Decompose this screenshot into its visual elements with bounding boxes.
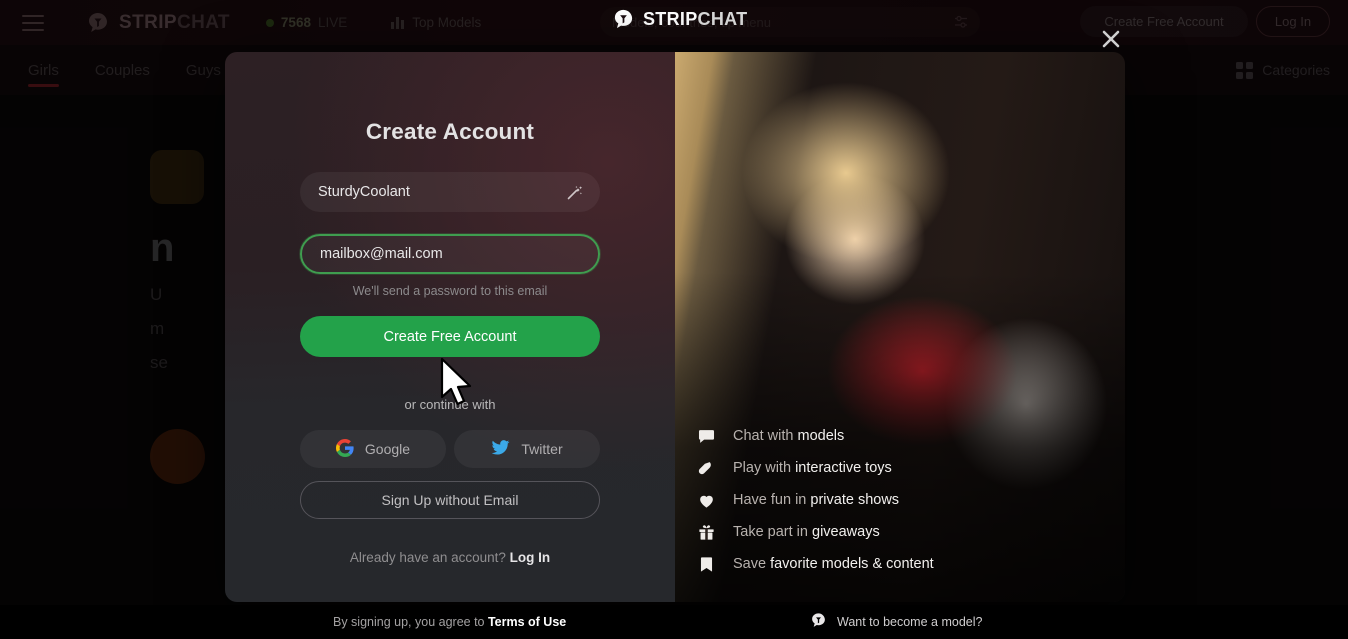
gift-icon — [695, 523, 717, 542]
feature-item-giveaways: Take part in giveaways — [695, 516, 1115, 548]
signup-without-email-label: Sign Up without Email — [381, 492, 519, 508]
signup-form-panel: Create Account SturdyCoolant mailbox@mai… — [225, 52, 675, 602]
feature-item-private: Have fun in private shows — [695, 484, 1115, 516]
email-helper-text: We'll send a password to this email — [352, 284, 548, 298]
feature-plain: Save — [733, 556, 771, 572]
signup-modal: Create Account SturdyCoolant mailbox@mai… — [225, 52, 1125, 602]
modal-login-link[interactable]: Log In — [510, 550, 551, 565]
email-field[interactable]: mailbox@mail.com — [300, 234, 600, 274]
twitter-login-label: Twitter — [521, 441, 563, 457]
feature-item-chat: Chat with models — [695, 420, 1115, 452]
signup-without-email-button[interactable]: Sign Up without Email — [300, 481, 600, 519]
feature-label: Have fun in private shows — [733, 492, 899, 508]
already-have-account: Already have an account? Log In — [275, 550, 625, 565]
terms-link[interactable]: Terms of Use — [488, 615, 566, 629]
close-icon[interactable] — [1098, 26, 1124, 52]
feature-plain: Chat with — [733, 428, 798, 444]
toy-icon — [695, 459, 717, 478]
twitter-icon — [491, 438, 510, 460]
watermark-chat: CHAT — [697, 9, 748, 29]
feature-label: Play with interactive toys — [733, 460, 892, 476]
already-have-account-text: Already have an account? — [349, 550, 510, 565]
feature-bold: favorite models & content — [770, 556, 934, 572]
feature-item-toys: Play with interactive toys — [695, 452, 1115, 484]
feature-label: Take part in giveaways — [733, 524, 880, 540]
watermark-text: STRIPCHAT — [643, 9, 747, 30]
feature-item-favorites: Save favorite models & content — [695, 548, 1115, 580]
promo-photo-panel: Chat with models Play with interactive t… — [675, 52, 1125, 602]
feature-bold: private shows — [810, 492, 900, 508]
become-model-link[interactable]: Want to become a model? — [810, 612, 982, 632]
stripchat-small-logo-icon — [810, 612, 827, 632]
bookmark-icon — [695, 555, 717, 574]
feature-label: Chat with models — [733, 428, 844, 444]
header-watermark-logo: STRIPCHAT — [612, 8, 747, 31]
feature-label: Save favorite models & content — [733, 556, 934, 572]
magic-wand-icon[interactable] — [563, 182, 585, 209]
feature-plain: Have fun in — [733, 492, 811, 508]
social-login-row: Google Twitter — [300, 430, 600, 468]
watermark-strip: STRIP — [643, 9, 698, 29]
username-value: SturdyCoolant — [318, 184, 410, 200]
continue-with-divider: or continue with — [404, 397, 496, 412]
terms-prefix: By signing up, you agree to — [333, 615, 488, 629]
feature-bold: giveaways — [812, 524, 880, 540]
feature-bold: models — [797, 428, 845, 444]
heart-icon — [695, 491, 717, 510]
google-icon — [335, 438, 354, 460]
feature-plain: Take part in — [733, 524, 812, 540]
feature-plain: Play with — [733, 460, 796, 476]
email-value: mailbox@mail.com — [320, 246, 443, 262]
twitter-login-button[interactable]: Twitter — [454, 430, 600, 468]
google-login-button[interactable]: Google — [300, 430, 446, 468]
create-free-account-label: Create Free Account — [383, 328, 517, 345]
terms-text: By signing up, you agree to Terms of Use — [333, 615, 566, 629]
modal-title: Create Account — [365, 119, 535, 144]
username-field[interactable]: SturdyCoolant — [300, 172, 600, 212]
feature-bold: interactive toys — [795, 460, 892, 476]
create-free-account-button[interactable]: Create Free Account — [300, 316, 600, 357]
chat-bubble-icon — [695, 427, 717, 446]
become-model-label: Want to become a model? — [837, 615, 983, 629]
footer-bar: By signing up, you agree to Terms of Use… — [0, 605, 1348, 639]
google-login-label: Google — [364, 441, 411, 457]
feature-list: Chat with models Play with interactive t… — [695, 420, 1115, 580]
page-root: n U m se Girls Couples Guys Categories — [0, 0, 1348, 639]
